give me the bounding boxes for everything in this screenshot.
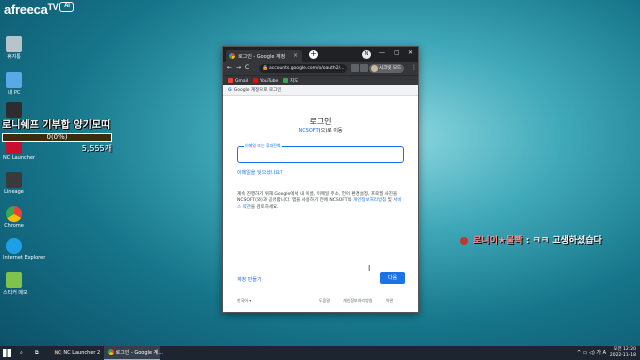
ie-icon [6, 238, 22, 254]
bookmark-maps[interactable]: 지도 [283, 78, 298, 84]
client-brand-link[interactable]: NCSOFT [298, 128, 318, 134]
footer-terms-link[interactable]: 약관 [386, 298, 393, 304]
new-tab-button[interactable]: + [309, 50, 318, 59]
extension-icon[interactable] [351, 64, 359, 72]
start-button[interactable] [3, 346, 11, 360]
puzzle-icon[interactable] [360, 64, 368, 72]
tab-google-login[interactable]: 로그인 - Google 계정 × [226, 50, 302, 62]
next-button[interactable]: 다음 [380, 272, 405, 284]
forgot-email-link[interactable]: 이메일을 잊으셨나요? [237, 169, 283, 176]
taskbar-item-nclauncher[interactable]: NC NC Launcher 2 [50, 346, 102, 360]
profile-avatar [371, 65, 378, 72]
search-button[interactable]: ⌕ [20, 346, 23, 360]
donation-count: 5,555개 [81, 144, 112, 153]
login-content: 로그인 NCSOFT(으)로 이동 이메일 또는 휴대전화 이메일을 잊으셨나요… [223, 96, 418, 313]
task-view-icon: ⧉ [35, 350, 39, 356]
browser-toolbar: ← → C 🔒 accounts.google.com/o/oauth2/...… [223, 62, 418, 75]
search-icon: ⌕ [20, 350, 23, 356]
privacy-policy-link[interactable]: 개인정보처리방침 [353, 198, 386, 203]
login-title: 로그인 [309, 117, 332, 126]
consent-notice: 계속 진행하기 위해 Google에서 내 이름, 이메일 주소, 언어 환경설… [237, 192, 402, 210]
chat-message: 로니이★물빡 : ㅋㅋ 고생하셨습다 [460, 233, 602, 246]
windows-icon [3, 349, 11, 357]
bookmark-gmail[interactable]: Gmail [228, 78, 248, 84]
desktop-icon-recycle-bin[interactable]: 휴지통 [3, 36, 25, 60]
reload-icon[interactable]: C [245, 64, 249, 71]
donation-progress-text: 0(0%) [46, 133, 68, 141]
footer-privacy-link[interactable]: 개인정보처리방침 [343, 298, 372, 304]
bookmark-youtube[interactable]: YouTube [253, 78, 278, 84]
recycle-bin-icon [6, 36, 22, 52]
donation-title: 로니쉐프 기부합 양기모띠 [2, 120, 111, 131]
taskbar-item-chrome[interactable]: 로그인 - Google 계... [104, 346, 163, 360]
pc-icon [6, 72, 22, 88]
clock[interactable]: 오전 12:20 2022-11-18 [610, 346, 636, 360]
bookmarks-bar: Gmail YouTube 지도 [223, 75, 418, 85]
page-header-text: Google 계정으로 로그인 [233, 88, 282, 93]
minimize-button[interactable]: — [379, 49, 385, 56]
tab-bar: 로그인 - Google 계정 × + N — ▢ ✕ [223, 47, 418, 62]
afreecatv-watermark: afreecaTV AI [4, 2, 75, 17]
email-field[interactable]: 이메일 또는 휴대전화 [237, 143, 404, 163]
address-bar[interactable]: 🔒 accounts.google.com/o/oauth2/... [259, 64, 347, 73]
create-account-link[interactable]: 계정 만들기 [237, 276, 262, 283]
google-logo-icon: G [228, 88, 232, 93]
email-field-label: 이메일 또는 휴대전화 [244, 143, 282, 149]
text-cursor-icon: I [368, 264, 371, 273]
note-icon [6, 272, 22, 288]
footer-help-link[interactable]: 도움말 [319, 298, 330, 304]
clock-date: 2022-11-18 [609, 353, 636, 358]
chrome-icon [6, 206, 22, 222]
youtube-icon [253, 78, 258, 83]
profile-name: 시크릿 모드 [379, 66, 402, 71]
profile-button[interactable]: 시크릿 모드 [369, 64, 405, 73]
chat-separator: : [525, 236, 530, 246]
nc-icon: NC [54, 350, 62, 355]
desktop-icon-ie[interactable]: Internet Explorer [3, 238, 45, 261]
donation-goal-overlay: 로니쉐프 기부합 양기모띠 0(0%) 5,555개 [2, 116, 112, 154]
language-selector[interactable]: 한국어 ▾ [237, 298, 251, 304]
forward-icon[interactable]: → [236, 64, 241, 71]
google-favicon-icon [229, 53, 235, 59]
donation-progress-bar: 0(0%) [2, 133, 112, 142]
desktop-icon-sticky-notes[interactable]: 스티커 메모 [3, 272, 28, 296]
desktop-icon-chrome[interactable]: Chrome [3, 206, 25, 229]
tab-title: 로그인 - Google 계정 [238, 54, 286, 60]
desktop-icon-pc[interactable]: 내 PC [3, 72, 25, 96]
game-icon [6, 172, 22, 188]
chrome-window: 로그인 - Google 계정 × + N — ▢ ✕ ← → C 🔒 acco… [222, 46, 419, 313]
url-text: accounts.google.com/o/oauth2/... [269, 66, 345, 71]
maximize-button[interactable]: ▢ [394, 49, 400, 56]
chat-nickname: 로니이★물빡 [473, 236, 523, 246]
close-window-button[interactable]: ✕ [408, 49, 413, 56]
chat-text: ㅋㅋ 고생하셨습다 [532, 236, 602, 246]
menu-icon[interactable]: ⋮ [411, 64, 417, 71]
task-view-button[interactable]: ⧉ [35, 346, 39, 360]
account-avatar[interactable]: N [362, 50, 371, 59]
chrome-taskbar-icon [108, 349, 114, 355]
maps-icon [283, 78, 288, 83]
gmail-icon [228, 78, 233, 83]
login-subtitle: NCSOFT(으)로 이동 [298, 128, 343, 134]
chat-avatar-icon [460, 236, 468, 245]
tab-close-icon[interactable]: × [293, 52, 298, 59]
desktop-icon-game[interactable]: Lineage [3, 172, 25, 195]
taskbar: ⌕ ⧉ NC NC Launcher 2 로그인 - Google 계... ^… [0, 346, 640, 360]
lock-icon: 🔒 [262, 65, 269, 71]
system-tray[interactable]: ^ ▭ ◁) 가 A [577, 346, 606, 360]
google-signin-header: G Google 계정으로 로그인 [223, 85, 418, 96]
back-icon[interactable]: ← [227, 64, 232, 71]
